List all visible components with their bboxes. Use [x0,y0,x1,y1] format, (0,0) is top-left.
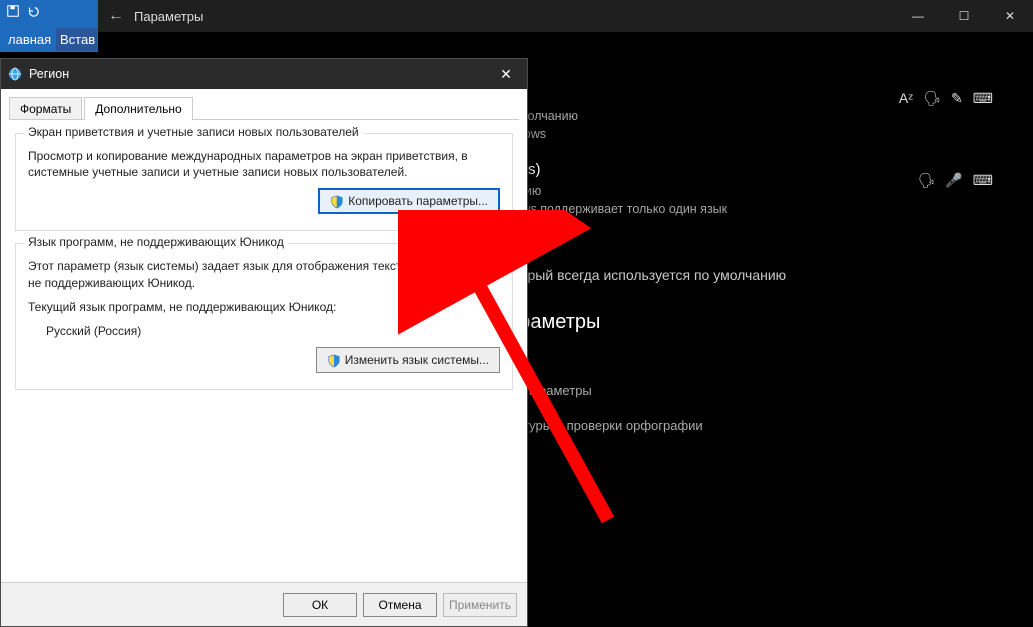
back-button[interactable]: ← [108,7,134,25]
settings-title: Параметры [134,9,203,24]
maximize-button[interactable]: ☐ [941,0,987,32]
group-description: Просмотр и копирование международных пар… [28,148,500,180]
region-title: Регион [29,67,69,81]
cancel-button[interactable]: Отмена [363,593,437,617]
current-system-locale-value: Русский (Россия) [46,323,500,339]
dialog-footer: ОК Отмена Применить [1,582,527,626]
tab-advanced[interactable]: Дополнительно [84,97,192,120]
region-dialog: Регион ✕ Форматы Дополнительно Экран при… [0,58,528,627]
close-button[interactable]: ✕ [987,0,1033,32]
minimize-button[interactable]: — [895,0,941,32]
tab-formats[interactable]: Форматы [9,97,82,120]
current-system-locale-label: Текущий язык программ, не поддерживающих… [28,299,500,315]
group-description: Этот параметр (язык системы) задает язык… [28,258,500,290]
group-legend: Язык программ, не поддерживающих Юникод [24,235,288,249]
shield-icon [330,194,344,209]
change-system-locale-button[interactable]: Изменить язык системы... [316,347,500,373]
region-tabs: Форматы Дополнительно [1,89,527,120]
region-close-button[interactable]: ✕ [491,66,521,83]
globe-icon [7,66,23,82]
ok-button[interactable]: ОК [283,593,357,617]
welcome-screen-group: Экран приветствия и учетные записи новых… [15,133,513,231]
non-unicode-group: Язык программ, не поддерживающих Юникод … [15,243,513,390]
quick-access-toolbar [6,4,40,18]
group-legend: Экран приветствия и учетные записи новых… [24,125,363,139]
change-system-locale-label: Изменить язык системы... [345,353,489,367]
save-icon[interactable] [6,4,20,18]
shield-icon [327,353,341,368]
apply-button: Применить [443,593,517,617]
settings-titlebar: ← Параметры — ☐ ✕ [98,0,1033,32]
word-ribbon-fragment: лавная Встав [0,0,100,52]
copy-settings-button[interactable]: Копировать параметры... [318,188,500,214]
tab-home[interactable]: лавная [0,28,59,51]
tab-insert[interactable]: Встав [56,28,99,51]
region-titlebar: Регион ✕ [1,59,527,89]
copy-settings-label: Копировать параметры... [348,194,488,208]
undo-icon[interactable] [26,4,40,18]
